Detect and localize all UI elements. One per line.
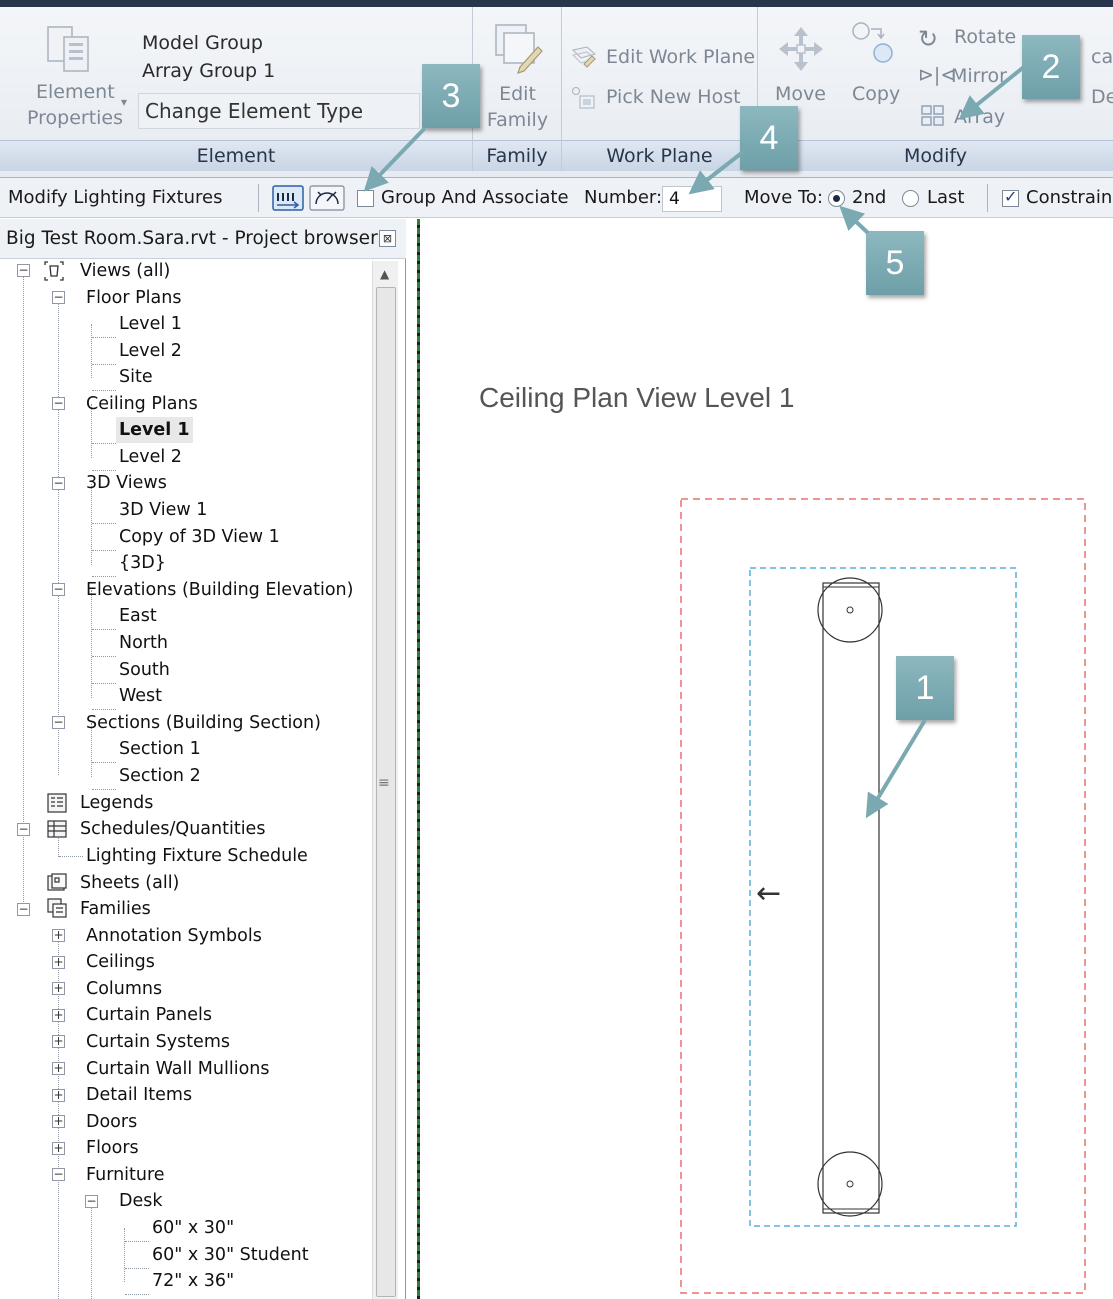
callout-3: 3 bbox=[422, 64, 480, 128]
callout-2: 2 bbox=[1022, 35, 1080, 99]
outer-selection-box bbox=[680, 498, 1086, 1294]
callout-1: 1 bbox=[896, 656, 954, 720]
callout-4: 4 bbox=[740, 106, 798, 170]
direction-arrow-icon[interactable]: ← bbox=[756, 876, 781, 911]
inner-selection-box bbox=[749, 567, 1017, 1227]
light-fixture[interactable] bbox=[817, 577, 883, 1217]
drawing-svg bbox=[680, 498, 1086, 1294]
callout-5: 5 bbox=[866, 231, 924, 295]
